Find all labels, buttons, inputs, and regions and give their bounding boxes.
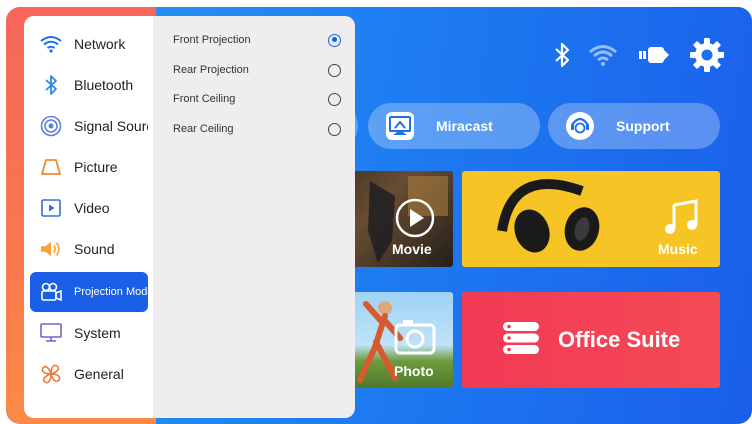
support-button[interactable]: Support <box>548 103 720 149</box>
sidebar-item-signal-source[interactable]: Signal Source <box>30 106 148 146</box>
general-icon <box>40 363 62 385</box>
option-label: Front Projection <box>173 34 251 46</box>
office-suite-label: Office Suite <box>558 327 681 352</box>
sidebar-item-general[interactable]: General <box>30 354 148 394</box>
sidebar-item-label: Network <box>74 36 126 52</box>
sidebar-item-projection-mode[interactable]: Projection Mode <box>30 272 148 312</box>
projector-icon <box>40 281 62 303</box>
sidebar-item-label: Signal Source <box>74 118 148 134</box>
projection-option[interactable]: Front Projection <box>173 30 341 50</box>
projection-option[interactable]: Rear Ceiling <box>173 119 341 139</box>
music-label: Music <box>658 241 698 257</box>
sound-icon <box>40 238 62 260</box>
status-bar <box>554 36 726 74</box>
settings-gear-icon[interactable] <box>688 36 726 74</box>
sidebar-item-bluetooth[interactable]: Bluetooth <box>30 65 148 105</box>
input-source-icon[interactable] <box>636 44 670 66</box>
server-stack-icon <box>502 321 540 360</box>
signal-source-icon <box>40 115 62 137</box>
option-label: Rear Ceiling <box>173 123 234 135</box>
monitor-icon <box>40 322 62 344</box>
office-suite-tile[interactable]: Office Suite <box>462 292 720 388</box>
sidebar-item-video[interactable]: Video <box>30 188 148 228</box>
sidebar-item-label: Video <box>74 200 110 216</box>
miracast-label: Miracast <box>436 118 493 134</box>
settings-sidebar: Network Bluetooth Signal Source Picture <box>24 16 156 418</box>
radio-unselected[interactable] <box>328 92 341 106</box>
sidebar-item-label: Sound <box>74 241 115 257</box>
sidebar-item-label: System <box>74 325 121 341</box>
sidebar-item-system[interactable]: System <box>30 313 148 353</box>
screen: Miracast Support Movie Music Photo Offic… <box>0 0 752 424</box>
wifi-icon <box>40 33 62 55</box>
sidebar-item-label: Bluetooth <box>74 77 134 93</box>
picture-icon <box>40 156 62 178</box>
support-label: Support <box>616 118 670 134</box>
music-note-icon <box>662 199 702 242</box>
movie-label: Movie <box>392 241 432 257</box>
support-icon <box>566 112 594 140</box>
bluetooth-icon <box>40 74 62 96</box>
option-label: Rear Projection <box>173 64 249 76</box>
miracast-icon <box>386 112 414 140</box>
option-label: Front Ceiling <box>173 93 236 105</box>
sidebar-item-label: Projection Mode <box>74 286 148 298</box>
projection-option[interactable]: Rear Projection <box>173 60 341 80</box>
video-icon <box>40 197 62 219</box>
projection-option[interactable]: Front Ceiling <box>173 89 341 109</box>
photo-label: Photo <box>394 363 434 379</box>
bluetooth-icon <box>554 42 570 68</box>
radio-unselected[interactable] <box>328 63 341 77</box>
music-tile[interactable]: Music <box>462 171 720 267</box>
sidebar-item-sound[interactable]: Sound <box>30 229 148 269</box>
radio-selected[interactable] <box>328 33 341 47</box>
projection-mode-submenu: Front Projection Rear Projection Front C… <box>153 16 355 418</box>
sidebar-item-label: Picture <box>74 159 118 175</box>
miracast-button[interactable]: Miracast <box>368 103 540 149</box>
sidebar-item-picture[interactable]: Picture <box>30 147 148 187</box>
wifi-icon <box>588 43 618 67</box>
sidebar-item-network[interactable]: Network <box>30 24 148 64</box>
radio-unselected[interactable] <box>328 122 341 136</box>
sidebar-item-label: General <box>74 366 124 382</box>
